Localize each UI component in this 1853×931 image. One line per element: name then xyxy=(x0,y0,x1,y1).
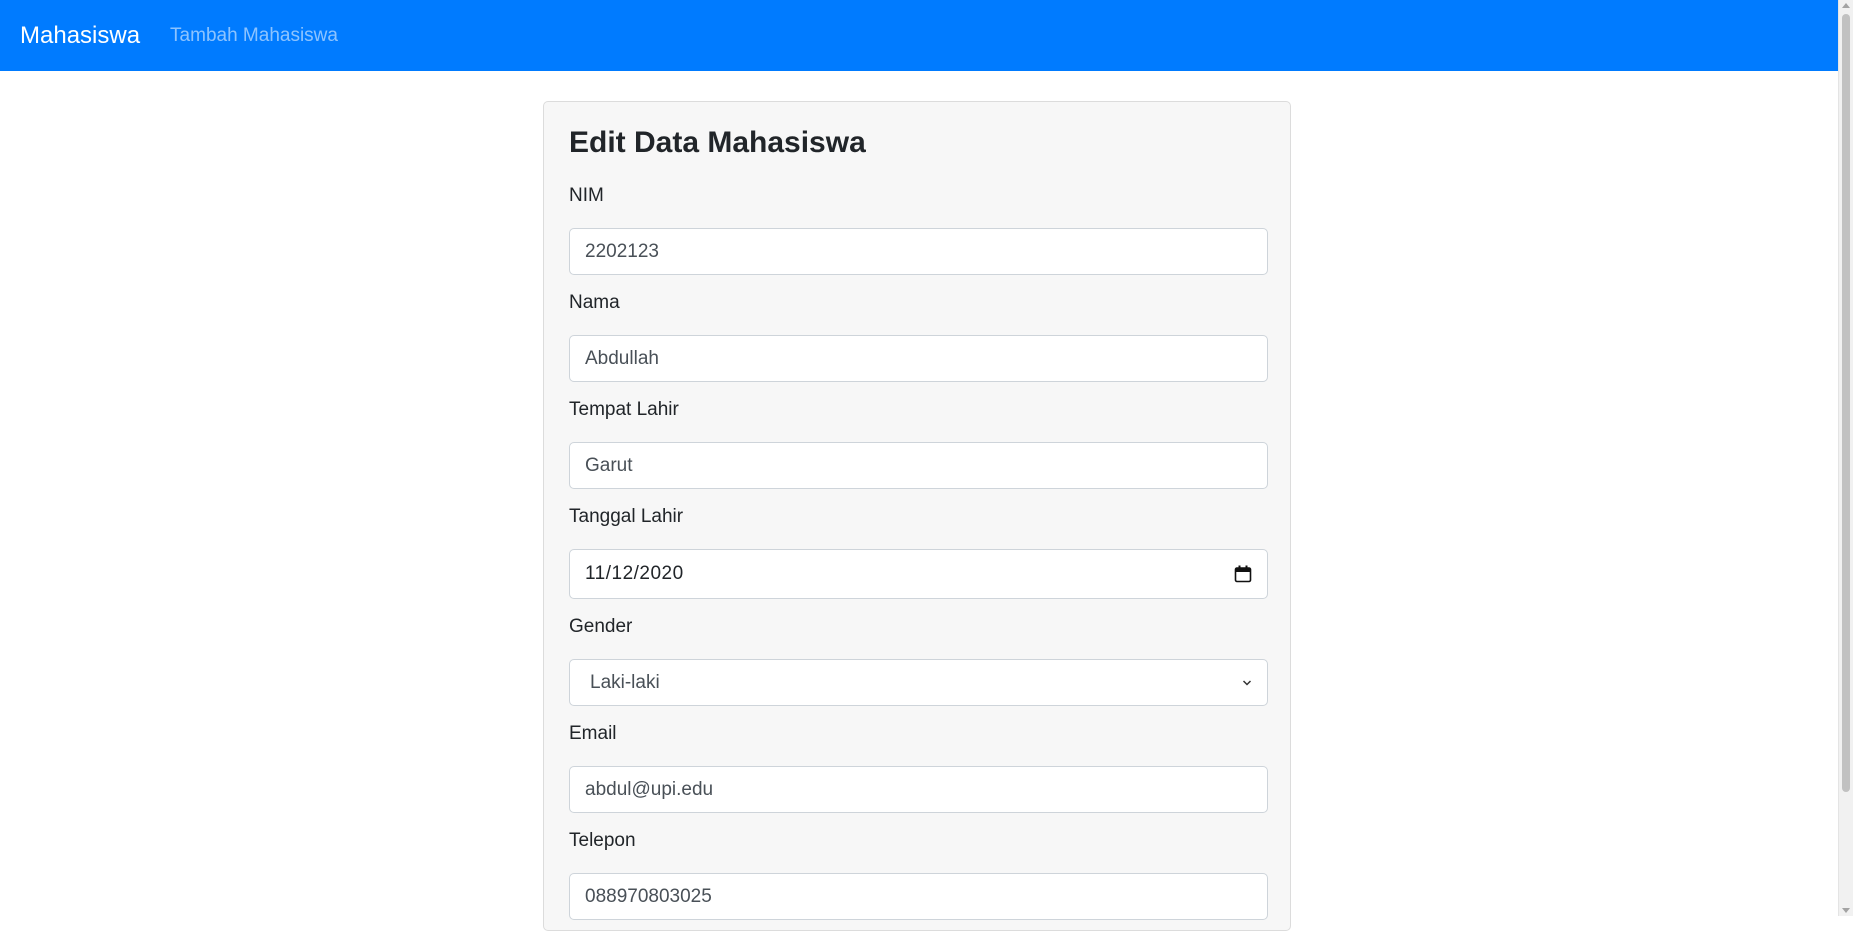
email-value: abdul@upi.edu xyxy=(585,778,714,800)
edit-form-card: Edit Data Mahasiswa NIM 2202123 Nama Abd… xyxy=(543,101,1291,931)
email-group: Email abdul@upi.edu xyxy=(569,723,1268,813)
scrollbar-thumb[interactable] xyxy=(1842,14,1850,792)
nama-value: Abdullah xyxy=(585,347,659,369)
tanggal-lahir-value: 11/12/2020 xyxy=(585,563,684,584)
tempat-lahir-input[interactable]: Garut xyxy=(569,442,1268,489)
tempat-lahir-value: Garut xyxy=(585,454,633,476)
telepon-value: 088970803025 xyxy=(585,885,712,907)
telepon-label: Telepon xyxy=(569,830,636,851)
nav-link-tambah-mahasiswa[interactable]: Tambah Mahasiswa xyxy=(170,25,338,47)
scroll-down-icon[interactable] xyxy=(1842,908,1850,913)
gender-select[interactable]: Laki-laki xyxy=(569,659,1268,706)
tanggal-lahir-input[interactable]: 11/12/2020 xyxy=(569,549,1268,599)
nim-value: 2202123 xyxy=(585,240,659,262)
gender-label: Gender xyxy=(569,616,633,637)
calendar-icon[interactable] xyxy=(1234,565,1252,583)
tempat-lahir-group: Tempat Lahir Garut xyxy=(569,399,1268,489)
navbar-brand[interactable]: Mahasiswa xyxy=(20,22,140,50)
tanggal-lahir-group: Tanggal Lahir 11/12/2020 xyxy=(569,506,1268,599)
nim-input[interactable]: 2202123 xyxy=(569,228,1268,275)
vertical-scrollbar[interactable] xyxy=(1838,0,1853,916)
gender-value: Laki-laki xyxy=(590,671,660,693)
tanggal-lahir-label: Tanggal Lahir xyxy=(569,506,684,527)
telepon-group: Telepon 088970803025 xyxy=(569,830,1268,920)
chevron-down-icon xyxy=(1242,679,1252,687)
tempat-lahir-label: Tempat Lahir xyxy=(569,399,679,420)
navbar: Mahasiswa Tambah Mahasiswa xyxy=(0,0,1838,71)
email-input[interactable]: abdul@upi.edu xyxy=(569,766,1268,813)
nama-input[interactable]: Abdullah xyxy=(569,335,1268,382)
scroll-up-icon[interactable] xyxy=(1842,3,1850,8)
gender-group: Gender Laki-laki xyxy=(569,616,1268,706)
nama-label: Nama xyxy=(569,292,620,313)
form-title: Edit Data Mahasiswa xyxy=(569,126,866,159)
telepon-input[interactable]: 088970803025 xyxy=(569,873,1268,920)
nim-group: NIM 2202123 xyxy=(569,185,1268,275)
nama-group: Nama Abdullah xyxy=(569,292,1268,382)
nim-label: NIM xyxy=(569,185,604,206)
email-label: Email xyxy=(569,723,617,744)
